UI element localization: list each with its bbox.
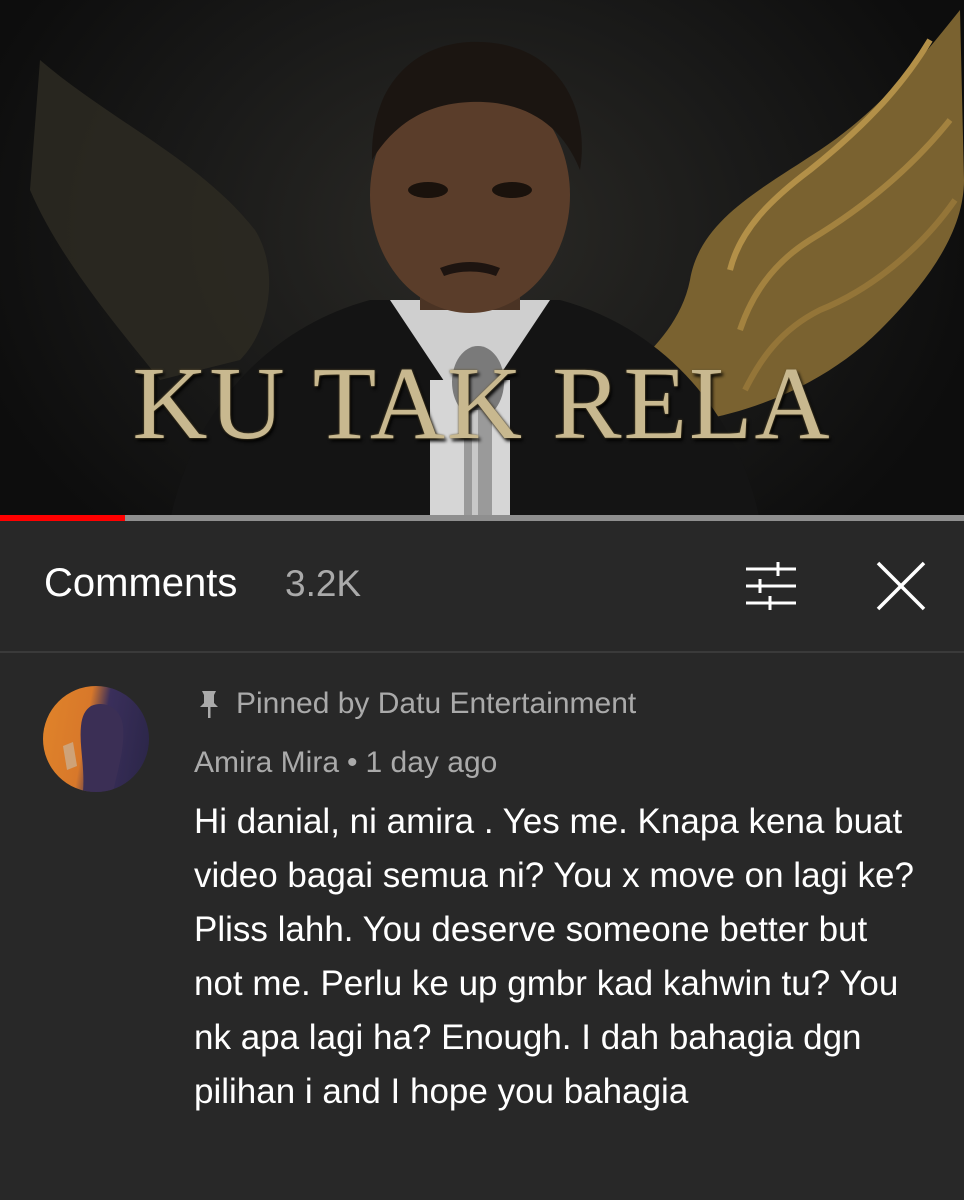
sort-filter-icon [746, 562, 796, 610]
comments-count: 3.2K [285, 563, 362, 604]
comment-time[interactable]: 1 day ago [366, 746, 498, 779]
comments-title: Comments [44, 561, 238, 605]
comment-body: Hi danial, ni amira . Yes me. Knapa kena… [194, 802, 914, 1111]
meta-separator: • [347, 746, 358, 779]
avatar[interactable] [43, 686, 149, 792]
comment-meta: Amira Mira • 1 day ago [194, 746, 497, 780]
close-icon [876, 561, 926, 611]
sort-filter-button[interactable] [744, 559, 798, 613]
comment-author[interactable]: Amira Mira [194, 746, 339, 779]
video-title-overlay: KU TAK RELA [132, 346, 832, 461]
comments-header: Comments 3.2K [0, 521, 964, 653]
video-player[interactable]: KU TAK RELA [0, 0, 964, 521]
pinned-label: Pinned by Datu Entertainment [236, 687, 637, 720]
avatar-image [63, 704, 124, 792]
close-button[interactable] [874, 559, 928, 613]
pin-icon [200, 691, 218, 718]
pinned-indicator: Pinned by Datu Entertainment [196, 687, 636, 721]
